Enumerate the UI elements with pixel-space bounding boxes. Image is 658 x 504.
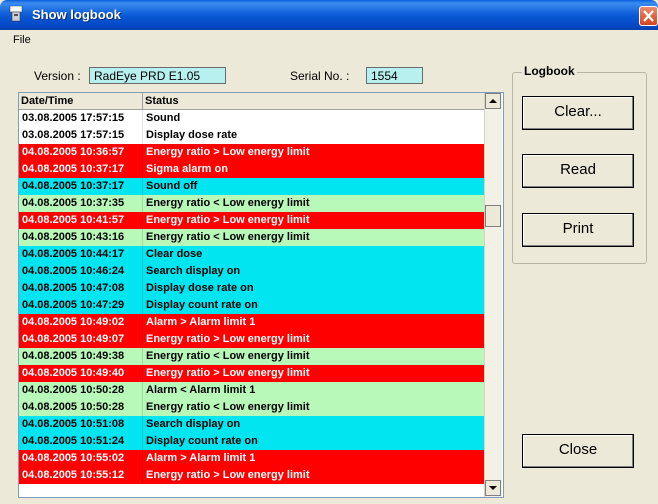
table-row[interactable]: 04.08.2005 10:49:40 Energy ratio > Low en…	[19, 365, 484, 382]
scroll-down-button[interactable]	[485, 480, 501, 496]
row-status: Search display on	[146, 265, 241, 277]
table-row[interactable]: 04.08.2005 10:51:08 Search display on	[19, 416, 484, 433]
row-status: Energy ratio < Low energy limit	[146, 197, 310, 209]
table-row[interactable]: 03.08.2005 17:57:15 Display dose rate	[19, 127, 484, 144]
row-status: Energy ratio > Low energy limit	[146, 469, 310, 481]
row-date-time: 04.08.2005 10:55:02	[19, 450, 143, 467]
header-date-time[interactable]: Date/Time	[19, 93, 143, 109]
row-date-time: 04.08.2005 10:50:28	[19, 382, 143, 399]
row-date-time: 03.08.2005 17:57:15	[19, 110, 143, 127]
row-date-time: 04.08.2005 10:36:57	[19, 144, 143, 161]
row-status: Sound off	[146, 180, 198, 192]
row-date-time: 04.08.2005 10:51:08	[19, 416, 143, 433]
row-date-time: 04.08.2005 10:41:57	[19, 212, 143, 229]
row-status: Energy ratio < Low energy limit	[146, 401, 310, 413]
row-date-time: 04.08.2005 10:44:17	[19, 246, 143, 263]
table-row[interactable]: 04.08.2005 10:47:08 Display dose rate on	[19, 280, 484, 297]
table-row[interactable]: 04.08.2005 10:50:28 Energy ratio < Low en…	[19, 399, 484, 416]
row-date-time: 04.08.2005 10:49:40	[19, 365, 143, 382]
scroll-down-arrow-icon	[489, 486, 497, 490]
row-date-time: 04.08.2005 10:49:07	[19, 331, 143, 348]
row-date-time: 04.08.2005 10:49:02	[19, 314, 143, 331]
table-row[interactable]: 04.08.2005 10:50:28 Alarm < Alarm limit 1	[19, 382, 484, 399]
scroll-up-button[interactable]	[485, 93, 501, 109]
row-status: Alarm < Alarm limit 1	[146, 384, 256, 396]
scrollbar-thumb[interactable]	[485, 205, 501, 227]
row-date-time: 04.08.2005 10:37:35	[19, 195, 143, 212]
close-x-icon	[643, 10, 654, 22]
row-status: Alarm > Alarm limit 1	[146, 452, 256, 464]
scroll-up-arrow-icon	[489, 99, 497, 103]
clear-button-label: Clear...	[554, 103, 602, 120]
logbook-group-label: Logbook	[522, 64, 577, 78]
row-status: Energy ratio < Low energy limit	[146, 350, 310, 362]
version-field: RadEye PRD E1.05	[89, 67, 226, 84]
table-row[interactable]: 04.08.2005 10:49:07 Energy ratio > Low en…	[19, 331, 484, 348]
row-date-time: 04.08.2005 10:47:08	[19, 280, 143, 297]
row-date-time: 04.08.2005 10:43:16	[19, 229, 143, 246]
row-date-time: 04.08.2005 10:51:24	[19, 433, 143, 450]
row-status: Energy ratio > Low energy limit	[146, 333, 310, 345]
window-close-button[interactable]	[639, 6, 658, 26]
row-status: Display dose rate on	[146, 282, 254, 294]
menu-bar: File	[0, 30, 658, 50]
table-row[interactable]: 04.08.2005 10:51:24 Display count rate on	[19, 433, 484, 450]
title-bar: Show logbook	[0, 0, 658, 30]
serial-label: Serial No. :	[290, 69, 350, 83]
serial-field: 1554	[366, 67, 423, 84]
clear-button[interactable]: Clear...	[522, 96, 634, 130]
row-status: Energy ratio > Low energy limit	[146, 214, 310, 226]
vertical-scrollbar[interactable]	[484, 93, 502, 497]
row-status: Clear dose	[146, 248, 203, 260]
version-label: Version :	[34, 69, 81, 83]
row-status: Display count rate on	[146, 299, 258, 311]
table-row[interactable]: 04.08.2005 10:44:17 Clear dose	[19, 246, 484, 263]
print-button[interactable]: Print	[522, 213, 634, 247]
table-row[interactable]: 04.08.2005 10:37:17 Sigma alarm on	[19, 161, 484, 178]
menu-file[interactable]: File	[13, 34, 31, 46]
app-window-icon	[9, 6, 23, 22]
row-date-time: 04.08.2005 10:46:24	[19, 263, 143, 280]
row-date-time: 04.08.2005 10:47:29	[19, 297, 143, 314]
table-row[interactable]: 04.08.2005 10:36:57 Energy ratio > Low en…	[19, 144, 484, 161]
table-row[interactable]: 04.08.2005 10:47:29 Display count rate on	[19, 297, 484, 314]
row-status: Search display on	[146, 418, 241, 430]
row-status: Energy ratio > Low energy limit	[146, 367, 310, 379]
row-date-time: 04.08.2005 10:37:17	[19, 178, 143, 195]
row-status: Alarm > Alarm limit 1	[146, 316, 256, 328]
row-status: Sigma alarm on	[146, 163, 228, 175]
table-row[interactable]: 04.08.2005 10:46:24 Search display on	[19, 263, 484, 280]
table-row[interactable]: 04.08.2005 10:49:02 Alarm > Alarm limit 1	[19, 314, 484, 331]
row-date-time: 04.08.2005 10:55:12	[19, 467, 143, 484]
table-row[interactable]: 04.08.2005 10:49:38 Energy ratio < Low en…	[19, 348, 484, 365]
row-status: Energy ratio > Low energy limit	[146, 146, 310, 158]
row-status: Energy ratio < Low energy limit	[146, 231, 310, 243]
table-row[interactable]: 03.08.2005 17:57:15 Sound	[19, 110, 484, 127]
row-status: Display count rate on	[146, 435, 258, 447]
row-date-time: 04.08.2005 10:37:17	[19, 161, 143, 178]
row-date-time: 03.08.2005 17:57:15	[19, 127, 143, 144]
read-button[interactable]: Read	[522, 154, 634, 188]
list-header: Date/Time Status	[19, 93, 484, 110]
table-row[interactable]: 04.08.2005 10:43:16 Energy ratio < Low en…	[19, 229, 484, 246]
close-button[interactable]: Close	[522, 434, 634, 468]
window-title: Show logbook	[32, 7, 121, 22]
row-status: Sound	[146, 112, 181, 124]
table-row[interactable]: 04.08.2005 10:41:57 Energy ratio > Low en…	[19, 212, 484, 229]
table-row[interactable]: 04.08.2005 10:37:17 Sound off	[19, 178, 484, 195]
header-status[interactable]: Status	[143, 93, 484, 109]
row-date-time: 04.08.2005 10:49:38	[19, 348, 143, 365]
table-row[interactable]: 04.08.2005 10:37:35 Energy ratio < Low en…	[19, 195, 484, 212]
table-row[interactable]: 04.08.2005 10:55:12 Energy ratio > Low en…	[19, 467, 484, 484]
print-button-label: Print	[562, 220, 594, 237]
close-button-label: Close	[558, 441, 598, 458]
row-date-time: 04.08.2005 10:50:28	[19, 399, 143, 416]
row-status: Display dose rate	[146, 129, 238, 141]
table-row[interactable]: 04.08.2005 10:55:02 Alarm > Alarm limit 1	[19, 450, 484, 467]
logbook-list[interactable]: Date/Time Status 03.08.2005 17:57:15 Soun…	[18, 92, 504, 498]
read-button-label: Read	[560, 161, 596, 178]
